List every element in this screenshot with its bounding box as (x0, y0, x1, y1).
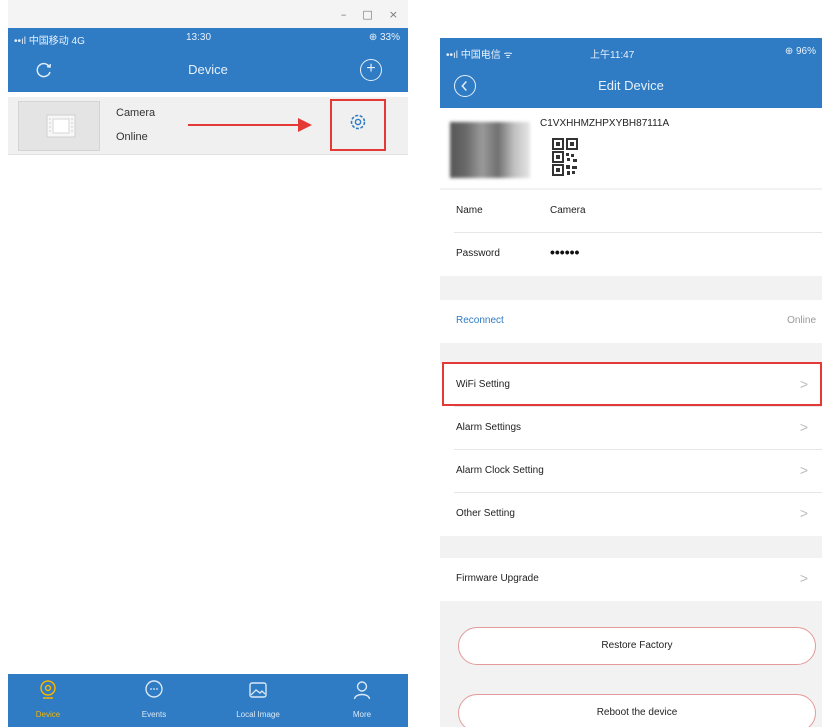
name-row[interactable]: Name Camera (454, 190, 822, 233)
device-status: Online (116, 131, 148, 143)
annotation-highlight-box (442, 362, 822, 406)
device-list-screen: – □ × ••ıl 中国移动 4G 13:30 ⊕ 33% Device + (8, 0, 408, 727)
plus-icon[interactable]: + (360, 59, 382, 81)
field-label: Name (456, 205, 483, 216)
password-row[interactable]: Password •••••• (454, 233, 822, 276)
tab-more[interactable]: More (322, 674, 402, 727)
chevron-right-icon: > (799, 419, 808, 435)
tab-events[interactable]: Events (114, 674, 194, 727)
status-bar: ••ıl 中国移动 4G 13:30 ⊕ 33% (8, 28, 408, 48)
tab-label: More (352, 710, 372, 719)
alarm-clock-setting-row[interactable]: Alarm Clock Setting > (454, 450, 822, 493)
screenshot-stage: – □ × ••ıl 中国移动 4G 13:30 ⊕ 33% Device + (0, 0, 822, 727)
window-controls: – □ × (341, 8, 398, 21)
device-name: Camera (116, 107, 156, 119)
device-thumbnail (18, 101, 100, 151)
tab-label: Device (35, 710, 61, 719)
credentials-group: Name Camera Password •••••• (440, 190, 822, 276)
firmware-upgrade-row[interactable]: Firmware Upgrade > (454, 558, 822, 601)
chevron-right-icon: > (799, 570, 808, 586)
tab-local-image[interactable]: Local Image (218, 674, 298, 727)
connection-group: Reconnect Online (440, 300, 822, 343)
device-info-card: C1VXHHMZHPXYBH87111A (440, 108, 822, 188)
reconnect-row[interactable]: Reconnect Online (454, 300, 822, 343)
tab-label: Local Image (236, 710, 280, 719)
setting-label: Alarm Clock Setting (456, 465, 544, 476)
page-title: Edit Device (598, 78, 664, 93)
device-uid: C1VXHHMZHPXYBH87111A (540, 118, 670, 129)
person-icon (353, 681, 371, 700)
nav-bar: Device + (8, 48, 408, 92)
gear-icon[interactable] (348, 112, 368, 132)
alarm-settings-row[interactable]: Alarm Settings > (454, 407, 822, 450)
chevron-right-icon: > (799, 505, 808, 521)
chevron-right-icon: > (799, 462, 808, 478)
camera-icon (40, 680, 56, 699)
qr-code-icon (552, 138, 578, 176)
film-icon (46, 114, 76, 138)
chat-icon (145, 680, 163, 698)
annotation-arrow-head (298, 118, 312, 132)
carrier-signal: ••ıl 中国移动 4G (14, 36, 85, 47)
reboot-device-button[interactable]: Reboot the device (458, 694, 816, 727)
nav-bar: Edit Device (440, 64, 822, 108)
firmware-group: Firmware Upgrade > (440, 558, 822, 601)
page-title: Device (188, 62, 228, 77)
setting-label: Alarm Settings (456, 422, 522, 433)
setting-label: Other Setting (456, 508, 515, 519)
close-button[interactable]: × (389, 8, 398, 21)
setting-label: Firmware Upgrade (456, 573, 539, 584)
field-label: Password (456, 248, 500, 259)
status-time: 13:30 (186, 32, 212, 43)
reconnect-link[interactable]: Reconnect (456, 315, 504, 326)
edit-device-screen: ••ıl 中国电信 ᯤ 上午11:47 ⊕ 96% Edit Device C1… (440, 38, 822, 727)
connection-status: Online (787, 315, 816, 326)
password-value[interactable]: •••••• (550, 244, 579, 260)
name-value[interactable]: Camera (550, 205, 586, 216)
maximize-button[interactable]: □ (362, 8, 372, 21)
battery-level: ⊕ 33% (368, 32, 400, 43)
tab-bar: Device Events Local Image More (8, 674, 408, 727)
status-time: 上午11:47 (590, 50, 635, 61)
carrier-signal: ••ıl 中国电信 ᯤ (446, 50, 513, 61)
device-preview-thumbnail (450, 122, 530, 178)
restore-factory-button[interactable]: Restore Factory (458, 627, 816, 665)
battery-level: ⊕ 96% (784, 46, 816, 57)
window-chrome: – □ × (8, 0, 408, 28)
status-bar: ••ıl 中国电信 ᯤ 上午11:47 ⊕ 96% (440, 38, 822, 64)
annotation-arrow (188, 124, 300, 126)
tab-label: Events (141, 710, 167, 719)
minimize-button[interactable]: – (341, 8, 347, 21)
other-setting-row[interactable]: Other Setting > (454, 493, 822, 536)
tab-device[interactable]: Device (8, 674, 88, 727)
image-icon (249, 682, 267, 698)
